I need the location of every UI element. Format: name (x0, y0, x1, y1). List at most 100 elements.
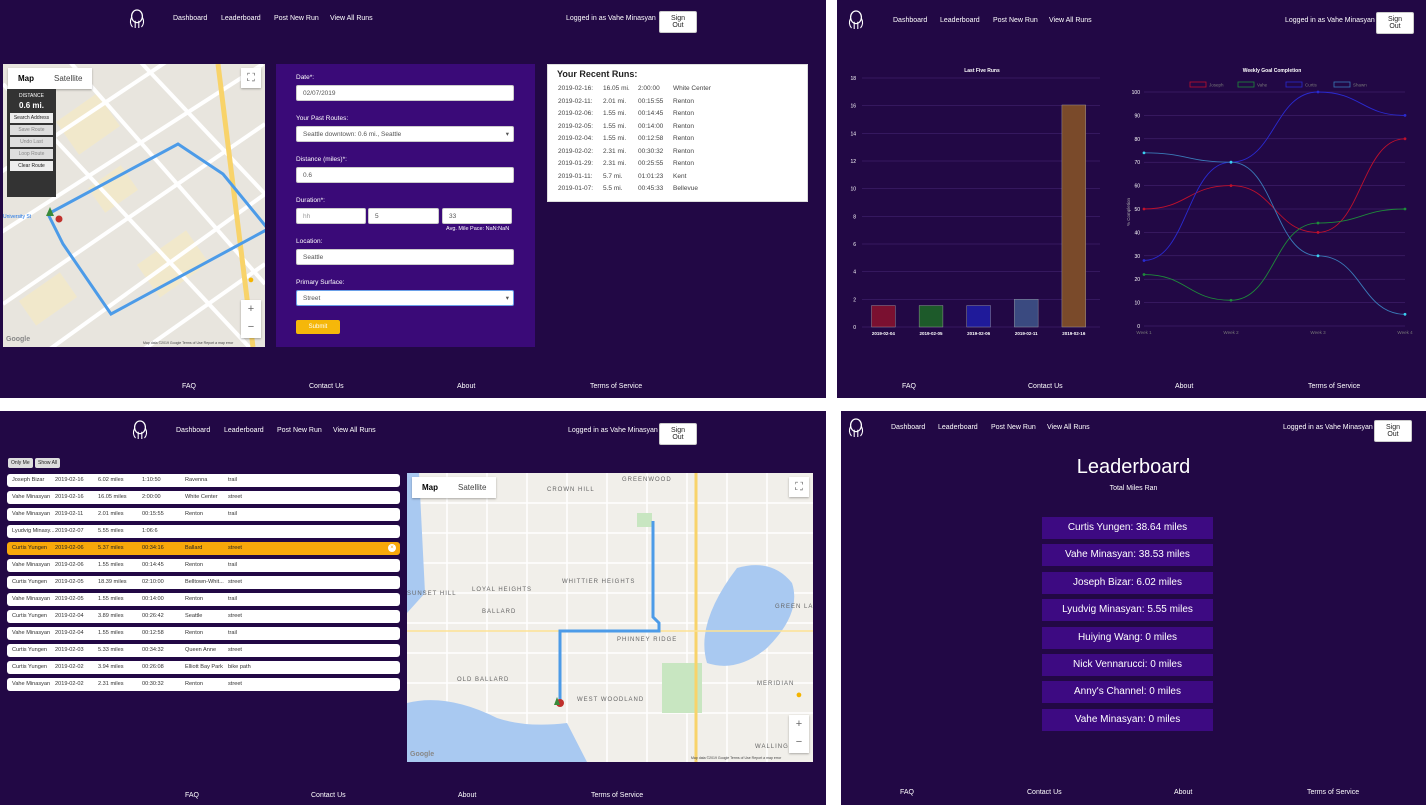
data-point[interactable] (1403, 114, 1407, 117)
distance-input[interactable]: 0.6 (296, 167, 514, 183)
nav-dashboard[interactable]: Dashboard (893, 17, 927, 24)
date-input[interactable]: 02/07/2019 (296, 85, 514, 101)
footer-contact[interactable]: Contact Us (311, 792, 346, 799)
zoom-in-icon[interactable]: + (248, 303, 254, 315)
duration-seconds-input[interactable]: 33 (442, 208, 512, 224)
bar[interactable] (918, 305, 944, 328)
nav-leaderboard[interactable]: Leaderboard (224, 427, 264, 434)
search-address-button[interactable]: Search Address (10, 113, 53, 123)
past-routes-select[interactable]: Seattle downtown: 0.6 mi., Seattle ▾ (296, 126, 514, 142)
satellite-tab[interactable]: Satellite (448, 477, 496, 498)
pegman-icon[interactable]: ● (789, 685, 809, 705)
sign-out-button[interactable]: Sign Out (1374, 420, 1412, 442)
pegman-icon[interactable]: ● (241, 270, 261, 290)
mammoth-logo-icon[interactable] (847, 417, 865, 439)
data-point[interactable] (1229, 298, 1233, 302)
nav-leaderboard[interactable]: Leaderboard (940, 17, 980, 24)
mammoth-logo-icon[interactable] (128, 8, 146, 30)
table-row[interactable]: Vahe Minasyan 2019-02-06 1.55 miles 00:14:4… (7, 559, 400, 572)
footer-contact[interactable]: Contact Us (309, 383, 344, 390)
table-row[interactable]: Vahe Minasyan 2019-02-04 1.55 miles 00:12:5… (7, 627, 400, 640)
table-row[interactable]: Vahe Minasyan 2019-02-02 2.31 miles 00:30:3… (7, 678, 400, 691)
footer-contact[interactable]: Contact Us (1028, 383, 1063, 390)
footer-terms[interactable]: Terms of Service (591, 792, 643, 799)
nav-post-new-run[interactable]: Post New Run (993, 17, 1038, 24)
nav-post-new-run[interactable]: Post New Run (274, 15, 319, 22)
submit-button[interactable]: Submit (296, 320, 340, 334)
zoom-out-icon[interactable]: − (796, 736, 802, 748)
data-point[interactable] (1403, 207, 1407, 211)
nav-dashboard[interactable]: Dashboard (176, 427, 210, 434)
data-point[interactable] (1316, 254, 1320, 258)
bar[interactable] (1014, 298, 1039, 328)
data-point[interactable] (1316, 90, 1320, 94)
run-map[interactable]: CROWN HILL GREENWOOD WHITTIER HEIGHTS LOYAL… (407, 473, 813, 762)
clear-route-button[interactable]: Clear Route (10, 161, 53, 171)
footer-contact[interactable]: Contact Us (1027, 789, 1062, 796)
footer-terms[interactable]: Terms of Service (590, 383, 642, 390)
fullscreen-icon[interactable]: ⛶ (241, 68, 261, 88)
map-attribution[interactable]: Map data ©2019 Google Terms of Use Repor… (143, 341, 233, 345)
satellite-tab[interactable]: Satellite (44, 68, 92, 89)
table-row[interactable]: Joseph Bizar 2019-02-16 6.02 miles 1:10:50 R… (7, 474, 400, 487)
mammoth-logo-icon[interactable] (131, 419, 149, 441)
nav-dashboard[interactable]: Dashboard (891, 424, 925, 431)
map-tab[interactable]: Map (412, 477, 448, 498)
nav-view-all-runs[interactable]: View All Runs (1047, 424, 1090, 431)
table-row[interactable]: Curtis Yungen 2019-02-02 3.94 miles 00:26:0… (7, 661, 400, 674)
table-row[interactable]: Vahe Minasyan 2019-02-16 16.05 miles 2:00:0… (7, 491, 400, 504)
nav-leaderboard[interactable]: Leaderboard (221, 15, 261, 22)
footer-about[interactable]: About (1175, 383, 1193, 390)
duration-minutes-input[interactable]: 5 (368, 208, 439, 224)
bar[interactable] (966, 305, 991, 328)
duration-hours-input[interactable]: hh (296, 208, 366, 224)
zoom-out-icon[interactable]: − (248, 321, 254, 333)
table-row[interactable]: Curtis Yungen 2019-02-05 18.39 miles 02:10:… (7, 576, 400, 589)
footer-faq[interactable]: FAQ (900, 789, 914, 796)
nav-leaderboard[interactable]: Leaderboard (938, 424, 978, 431)
route-map[interactable]: University St Map Satellite ⛶ DISTANCE 0.… (3, 64, 265, 347)
legend-swatch[interactable] (1333, 81, 1351, 88)
table-row[interactable]: Curtis Yungen 2019-02-06 5.37 miles 00:34:1… (7, 542, 400, 555)
loop-route-button[interactable]: Loop Route (10, 149, 53, 159)
data-point[interactable] (1142, 151, 1146, 155)
bar[interactable] (1061, 104, 1086, 328)
nav-view-all-runs[interactable]: View All Runs (330, 15, 373, 22)
footer-about[interactable]: About (458, 792, 476, 799)
footer-terms[interactable]: Terms of Service (1307, 789, 1359, 796)
sign-out-button[interactable]: Sign Out (659, 423, 697, 445)
data-point[interactable] (1142, 273, 1146, 276)
data-point[interactable] (1142, 207, 1146, 211)
data-point[interactable] (1229, 184, 1233, 187)
fullscreen-icon[interactable]: ⛶ (789, 477, 809, 497)
footer-about[interactable]: About (457, 383, 475, 390)
legend-swatch[interactable] (1189, 81, 1207, 88)
data-point[interactable] (1403, 312, 1407, 316)
location-input[interactable]: Seattle (296, 249, 514, 265)
surface-select[interactable]: Street ▾ (296, 290, 514, 306)
footer-about[interactable]: About (1174, 789, 1192, 796)
nav-post-new-run[interactable]: Post New Run (991, 424, 1036, 431)
table-row[interactable]: Lyudvig Minasy... 2019-02-07 5.55 miles 1:0… (7, 525, 400, 538)
nav-view-all-runs[interactable]: View All Runs (1049, 17, 1092, 24)
undo-last-button[interactable]: Undo Last (10, 137, 53, 147)
save-route-button[interactable]: Save Route (10, 125, 53, 135)
show-all-button[interactable]: Show All (35, 458, 61, 468)
table-row[interactable]: Vahe Minasyan 2019-02-05 1.55 miles 00:14:0… (7, 593, 400, 606)
map-attribution[interactable]: Map data ©2019 Google Terms of Use Repor… (691, 756, 781, 760)
sign-out-button[interactable]: Sign Out (1376, 12, 1414, 34)
footer-faq[interactable]: FAQ (182, 383, 196, 390)
table-row[interactable]: Curtis Yungen 2019-02-04 3.89 miles 00:26:4… (7, 610, 400, 623)
footer-faq[interactable]: FAQ (902, 383, 916, 390)
close-icon[interactable]: × (388, 544, 396, 552)
data-point[interactable] (1316, 221, 1320, 225)
legend-swatch[interactable] (1285, 81, 1303, 88)
nav-view-all-runs[interactable]: View All Runs (333, 427, 376, 434)
footer-terms[interactable]: Terms of Service (1308, 383, 1360, 390)
nav-dashboard[interactable]: Dashboard (173, 15, 207, 22)
series-line[interactable] (1143, 208, 1406, 301)
only-me-button[interactable]: Only Me (8, 458, 33, 468)
data-point[interactable] (1142, 259, 1146, 262)
table-row[interactable]: Vahe Minasyan 2019-02-11 2.01 miles 00:15:5… (7, 508, 400, 521)
mammoth-logo-icon[interactable] (847, 9, 865, 31)
